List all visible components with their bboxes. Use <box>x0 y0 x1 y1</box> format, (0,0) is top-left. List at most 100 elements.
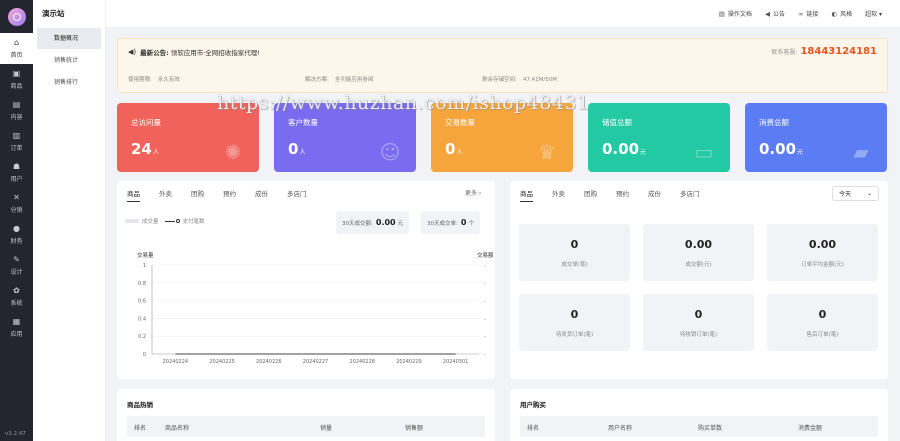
x-tick-label: 20240301 <box>443 359 468 365</box>
col-amount: 销售额 <box>405 425 424 432</box>
notice-info-label: 剩余存储空间: <box>482 77 517 83</box>
phone-label: 联系客服: <box>771 49 798 56</box>
order-stat-1: 0.00 成交额(元) <box>643 224 754 281</box>
tab-2[interactable]: 团购 <box>584 188 597 202</box>
order-icon: ▥ <box>12 131 21 140</box>
sidebar-item-label: 用户 <box>10 175 23 183</box>
y-tick-label: 0.4 <box>138 316 146 322</box>
submenu-item-0[interactable]: 数据概况 <box>37 28 101 49</box>
stat-label: 储值总额 <box>602 118 632 127</box>
date-range-select[interactable]: 今天 ⌄ <box>832 186 879 201</box>
sidebar-item-label: 订单 <box>10 144 23 152</box>
wallet-icon: ▰ <box>853 140 869 164</box>
stat-value: 0 <box>288 140 299 158</box>
tab-0[interactable]: 商品 <box>520 188 533 202</box>
logo[interactable] <box>0 0 33 33</box>
apps-icon: ▦ <box>12 317 21 326</box>
sidebar-item-label: 首页 <box>10 51 23 59</box>
tab-1[interactable]: 外卖 <box>552 188 565 202</box>
stat-unit: 元 <box>640 149 647 156</box>
sidebar-item-4[interactable]: ☗ 用户 <box>0 157 33 188</box>
watermark: https://www.huzhan.com/ishop48431 <box>217 92 590 114</box>
content-icon: ▤ <box>12 100 21 109</box>
chevron-down-icon: ⌄ <box>866 190 872 197</box>
stat-value: 0 <box>445 140 456 158</box>
submenu-item-2[interactable]: 销售排行 <box>37 72 101 93</box>
header-link-label: 风格 <box>840 11 853 18</box>
phone-number: 18443124181 <box>800 46 877 57</box>
user-icon: ☗ <box>12 162 21 171</box>
stat-value-wrap: 0人 <box>288 140 305 158</box>
y-tick-label-right: - <box>484 316 486 322</box>
tab-5[interactable]: 多店门 <box>680 188 700 202</box>
select-value: 今天 <box>839 191 852 198</box>
user-buy-panel: 用户购买 排名 用户名称 购买单数 消费金额 <box>510 389 888 441</box>
user-dropdown[interactable]: 超软 ▾ <box>865 9 882 18</box>
submenu-item-1[interactable]: 销售统计 <box>37 50 101 71</box>
notice-info-label: 使用期限: <box>128 77 152 83</box>
design-icon: ✎ <box>13 255 20 264</box>
y-tick-label: 0 <box>143 352 146 358</box>
x-tick-label: 20240227 <box>303 359 328 365</box>
sidebar-item-9[interactable]: ▦ 应用 <box>0 312 33 343</box>
sidebar-item-8[interactable]: ✿ 系统 <box>0 281 33 312</box>
sidebar-item-label: 财务 <box>10 237 23 245</box>
hot-goods-panel: 商品热销 排名 商品名称 销量 销售额 <box>117 389 495 441</box>
top-header: ▤ 操作文档 ◀ 公告 ∞ 链接 ◐ 风格 超软 ▾ <box>106 0 900 28</box>
stat-label: 交易数量 <box>445 118 475 127</box>
notice-text[interactable]: 领软应用市·全网招收指家代理! <box>171 47 260 57</box>
trend-chart: 交易量 交易额 1 - 0.8 - 0.6 - 0.4 - 0.2 - 0 - 20240224 202402… <box>137 251 494 365</box>
sidebar-item-2[interactable]: ▤ 内容 <box>0 95 33 126</box>
header-link-3[interactable]: ◐ 风格 <box>831 9 853 19</box>
header-link-1[interactable]: ◀ 公告 <box>764 9 785 19</box>
x-tick-label: 20240225 <box>209 359 234 365</box>
sidebar-item-7[interactable]: ✎ 设计 <box>0 250 33 281</box>
share-icon: ✕ <box>13 193 20 202</box>
order-stat-5: 0 售后订单(笔) <box>767 294 878 351</box>
stat-value: 24 <box>131 140 152 158</box>
sidebar-item-6[interactable]: ● 财务 <box>0 219 33 250</box>
order-stat-label: 订单平均金额(元) <box>801 262 844 268</box>
tab-3[interactable]: 预约 <box>616 188 629 202</box>
y-tick-label-right: - <box>484 263 486 269</box>
trend-panel: 商品 外卖 团购 预约 成份 多店门 更多 › 成交量 支付笔数 30天成交额: 0.00… <box>117 181 495 379</box>
col-spend: 消费金额 <box>798 425 823 432</box>
stat-value-wrap: 0.00元 <box>759 140 803 158</box>
tab-4[interactable]: 成份 <box>648 188 661 202</box>
x-tick-label: 20240229 <box>396 359 421 365</box>
sidebar-item-1[interactable]: ▣ 商品 <box>0 64 33 95</box>
doc-icon: ▤ <box>718 9 725 18</box>
col-user-name: 用户名称 <box>608 425 633 432</box>
header-link-label: 公告 <box>772 11 785 18</box>
order-stats-panel: 商品 外卖 团购 预约 成份 多店门 今天 ⌄ 0 成交单(笔) 0.00 成交额(元) 0.00… <box>510 181 888 379</box>
header-link-2[interactable]: ∞ 链接 <box>797 9 818 19</box>
order-stat-value: 0 <box>570 308 579 321</box>
notice-banner: ◀) 最新公告: 领软应用市·全网招收指家代理! 联系客服: 184431241… <box>117 38 888 93</box>
site-name: 演示站 <box>42 9 65 18</box>
header-link-0[interactable]: ▤ 操作文档 <box>718 9 752 19</box>
main-nav: ⌂ 首页 ▣ 商品 ▤ 内容 ▥ 订单 ☗ 用户 ✕ 分销 ● 财务 ✎ 设计 ✿ 系统 ▦ 应用 <box>0 33 33 343</box>
x-tick-label: 20240224 <box>163 359 188 365</box>
sidebar-item-3[interactable]: ▥ 订单 <box>0 126 33 157</box>
col-goods-name: 商品名称 <box>165 425 190 432</box>
link-icon: ∞ <box>797 9 804 18</box>
order-stat-label: 成交额(元) <box>685 262 712 268</box>
notice-info-value: 47.41M/50M <box>522 77 557 83</box>
stat-unit: 人 <box>456 149 463 156</box>
sidebar-item-5[interactable]: ✕ 分销 <box>0 188 33 219</box>
order-stat-value: 0.00 <box>808 238 837 251</box>
y-tick-label: 0.6 <box>138 299 146 305</box>
user-buy-header: 排名 用户名称 购买单数 消费金额 <box>520 416 878 437</box>
notice-info-item: 使用期限: 永久有效 <box>128 75 305 83</box>
col-sales: 销量 <box>320 425 333 432</box>
x-tick-label: 20240226 <box>256 359 281 365</box>
sidebar-item-label: 应用 <box>10 330 23 338</box>
stat-card-3[interactable]: 储值总额 0.00元 ▭ <box>588 103 730 172</box>
sidebar-item-0[interactable]: ⌂ 首页 <box>0 33 33 64</box>
stat-card-4[interactable]: 消费总额 0.00元 ▰ <box>745 103 887 172</box>
y-tick-label: 1 <box>143 263 146 269</box>
speaker-icon: ◀ <box>764 9 770 18</box>
paw-icon: ✺ <box>224 140 242 164</box>
card-icon: ▭ <box>694 140 714 164</box>
main-sidebar: ⌂ 首页 ▣ 商品 ▤ 内容 ▥ 订单 ☗ 用户 ✕ 分销 ● 财务 ✎ 设计 ✿ 系统 ▦ 应用 v3.2.47 <box>0 0 33 441</box>
